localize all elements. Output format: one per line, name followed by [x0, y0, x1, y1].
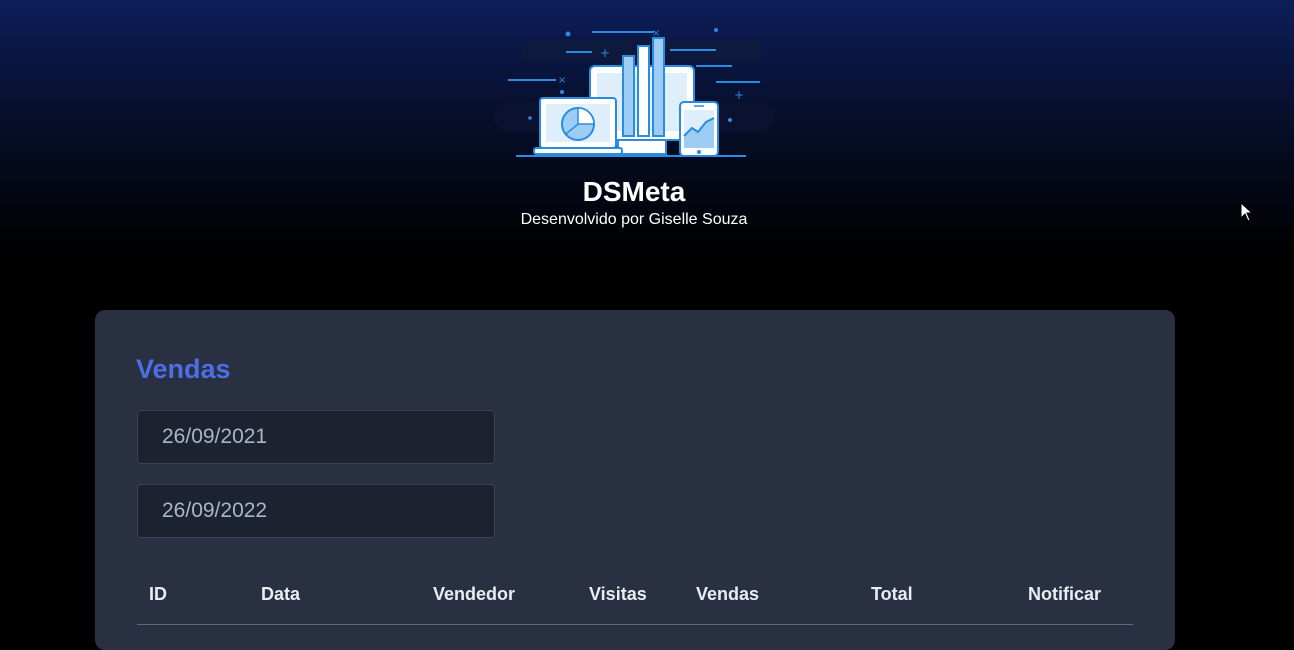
- column-header-date: Data: [261, 584, 301, 604]
- column-header-seller: Vendedor: [433, 584, 516, 604]
- column-header-id: ID: [149, 584, 167, 604]
- dashboard-logo-illustration: + + × ×: [494, 28, 774, 157]
- max-date-input[interactable]: 26/09/2022: [137, 484, 495, 538]
- app-subtitle: Desenvolvido por Giselle Souza: [520, 211, 748, 228]
- sales-card-title: Vendas: [136, 354, 231, 384]
- page-header: + + × × DSMeta Desenvolvido por Giselle …: [0, 0, 1294, 300]
- column-header-visits: Visitas: [589, 584, 647, 604]
- mouse-cursor-icon: [1240, 202, 1254, 222]
- svg-text:×: ×: [558, 75, 566, 86]
- min-date-input[interactable]: 26/09/2021: [137, 410, 495, 464]
- column-header-notify: Notificar: [1028, 584, 1102, 604]
- app-title: DSMeta: [582, 176, 686, 207]
- sales-card: Vendas 26/09/2021 26/09/2022 ID Data Ven…: [95, 310, 1175, 650]
- svg-text:+: +: [600, 46, 610, 60]
- column-header-sales: Vendas: [696, 584, 760, 604]
- svg-text:+: +: [734, 88, 744, 102]
- sales-table-header: ID Data Vendedor Visitas Vendas Total No…: [137, 572, 1133, 625]
- column-header-total: Total: [871, 584, 913, 604]
